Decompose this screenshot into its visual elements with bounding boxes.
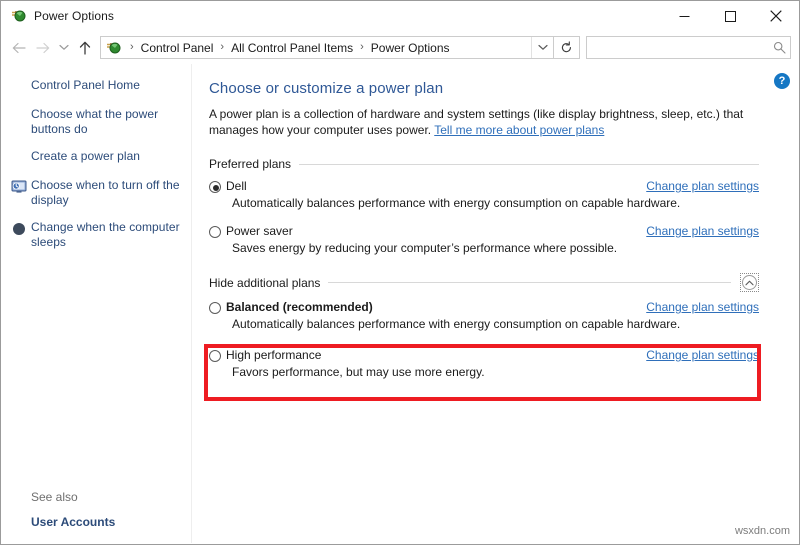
plan-row-high-performance[interactable]: High performance Change plan settings Fa… xyxy=(209,348,759,379)
sidebar-item-computer-sleeps[interactable]: Change when the computer sleeps xyxy=(1,220,191,250)
breadcrumb-separator: › xyxy=(360,41,364,53)
sidebar-item-label: Create a power plan xyxy=(31,149,141,163)
plan-name: Dell xyxy=(226,179,247,193)
plan-name: Power saver xyxy=(226,224,293,238)
maximize-button[interactable] xyxy=(707,1,753,31)
tell-me-more-link[interactable]: Tell me more about power plans xyxy=(434,123,604,137)
plan-row-power-saver[interactable]: Power saver Change plan settings Saves e… xyxy=(209,224,759,255)
content-area: Control Panel Home Choose what the power… xyxy=(1,64,799,543)
section-label: Preferred plans xyxy=(209,157,292,171)
change-plan-settings-link-high-performance[interactable]: Change plan settings xyxy=(646,348,759,362)
plan-name: High performance xyxy=(226,348,322,362)
section-header-preferred-plans: Preferred plans xyxy=(209,157,759,171)
sidebar-item-label: Change when the computer sleeps xyxy=(31,220,180,249)
plan-row-balanced[interactable]: Balanced (recommended) Change plan setti… xyxy=(209,300,759,331)
sidebar-item-label: Control Panel Home xyxy=(31,78,140,92)
sidebar-item-choose-power-buttons[interactable]: Choose what the power buttons do xyxy=(1,107,191,137)
address-bar: › Control Panel › All Control Panel Item… xyxy=(1,31,799,64)
power-options-window: Power Options › Control Panel › All Cont… xyxy=(0,0,800,545)
forward-arrow-icon[interactable] xyxy=(31,36,55,60)
breadcrumb-separator: › xyxy=(130,41,134,53)
spacer-icon xyxy=(11,108,27,124)
radio-balanced[interactable] xyxy=(209,302,221,314)
power-plug-icon xyxy=(10,8,26,24)
moon-icon xyxy=(11,221,27,237)
section-header-hide-additional-plans: Hide additional plans xyxy=(209,273,759,292)
spacer-icon xyxy=(11,79,27,95)
back-arrow-icon[interactable] xyxy=(7,36,31,60)
sidebar-item-label: Choose what the power buttons do xyxy=(31,107,159,136)
display-icon xyxy=(11,179,27,195)
sidebar: Control Panel Home Choose what the power… xyxy=(1,64,192,543)
help-icon[interactable]: ? xyxy=(774,73,790,89)
plan-row-dell[interactable]: Dell Change plan settings Automatically … xyxy=(209,179,759,210)
collapse-plans-button[interactable] xyxy=(740,273,759,292)
intro-text: A power plan is a collection of hardware… xyxy=(209,106,754,138)
breadcrumb-item-power-options[interactable]: Power Options xyxy=(369,41,452,55)
radio-high-performance[interactable] xyxy=(209,350,221,362)
breadcrumb-item-control-panel[interactable]: Control Panel xyxy=(139,41,216,55)
plan-description: Automatically balances performance with … xyxy=(232,317,681,331)
search-input[interactable] xyxy=(587,40,768,55)
close-button[interactable] xyxy=(753,1,799,31)
section-divider xyxy=(328,282,731,283)
breadcrumb-item-all-control-panel-items[interactable]: All Control Panel Items xyxy=(229,41,355,55)
radio-dell[interactable] xyxy=(209,181,221,193)
search-icon[interactable] xyxy=(768,37,790,58)
recent-pages-chevron-down-icon[interactable] xyxy=(55,36,73,60)
section-divider xyxy=(299,163,759,165)
chevron-up-icon xyxy=(742,275,757,290)
see-also-label: See also xyxy=(31,490,78,504)
plan-description: Saves energy by reducing your computer’s… xyxy=(232,241,618,255)
window-controls xyxy=(661,1,799,31)
plan-description: Favors performance, but may use more ene… xyxy=(232,365,485,379)
change-plan-settings-link-balanced[interactable]: Change plan settings xyxy=(646,300,759,314)
watermark: wsxdn.com xyxy=(734,525,790,537)
sidebar-item-create-power-plan[interactable]: Create a power plan xyxy=(1,149,191,166)
search-box[interactable] xyxy=(586,36,791,59)
see-also-section: See also User Accounts xyxy=(1,490,191,529)
sidebar-item-turn-off-display[interactable]: Choose when to turn off the display xyxy=(1,178,191,208)
title-bar: Power Options xyxy=(1,1,799,31)
section-label: Hide additional plans xyxy=(209,275,321,290)
plan-name: Balanced (recommended) xyxy=(226,300,373,314)
see-also-link-user-accounts[interactable]: User Accounts xyxy=(31,515,191,529)
spacer-icon xyxy=(11,150,27,166)
page-title: Choose or customize a power plan xyxy=(209,80,444,97)
breadcrumb-separator: › xyxy=(220,41,225,53)
radio-power-saver[interactable] xyxy=(209,226,221,238)
sidebar-item-label: Choose when to turn off the display xyxy=(31,178,180,207)
change-plan-settings-link-dell[interactable]: Change plan settings xyxy=(646,179,759,193)
up-arrow-icon[interactable] xyxy=(73,36,97,60)
main-panel: ? Choose or customize a power plan A pow… xyxy=(192,64,799,543)
plan-description: Automatically balances performance with … xyxy=(232,196,681,210)
sidebar-item-control-panel-home[interactable]: Control Panel Home xyxy=(1,78,191,95)
breadcrumb-chevron-down-icon[interactable] xyxy=(531,37,553,58)
window-title: Power Options xyxy=(34,9,115,23)
change-plan-settings-link-power-saver[interactable]: Change plan settings xyxy=(646,224,759,238)
breadcrumb-power-plug-icon xyxy=(105,40,121,56)
minimize-button[interactable] xyxy=(661,1,707,31)
breadcrumb-bar[interactable]: › Control Panel › All Control Panel Item… xyxy=(100,36,554,59)
refresh-icon[interactable] xyxy=(554,36,580,59)
